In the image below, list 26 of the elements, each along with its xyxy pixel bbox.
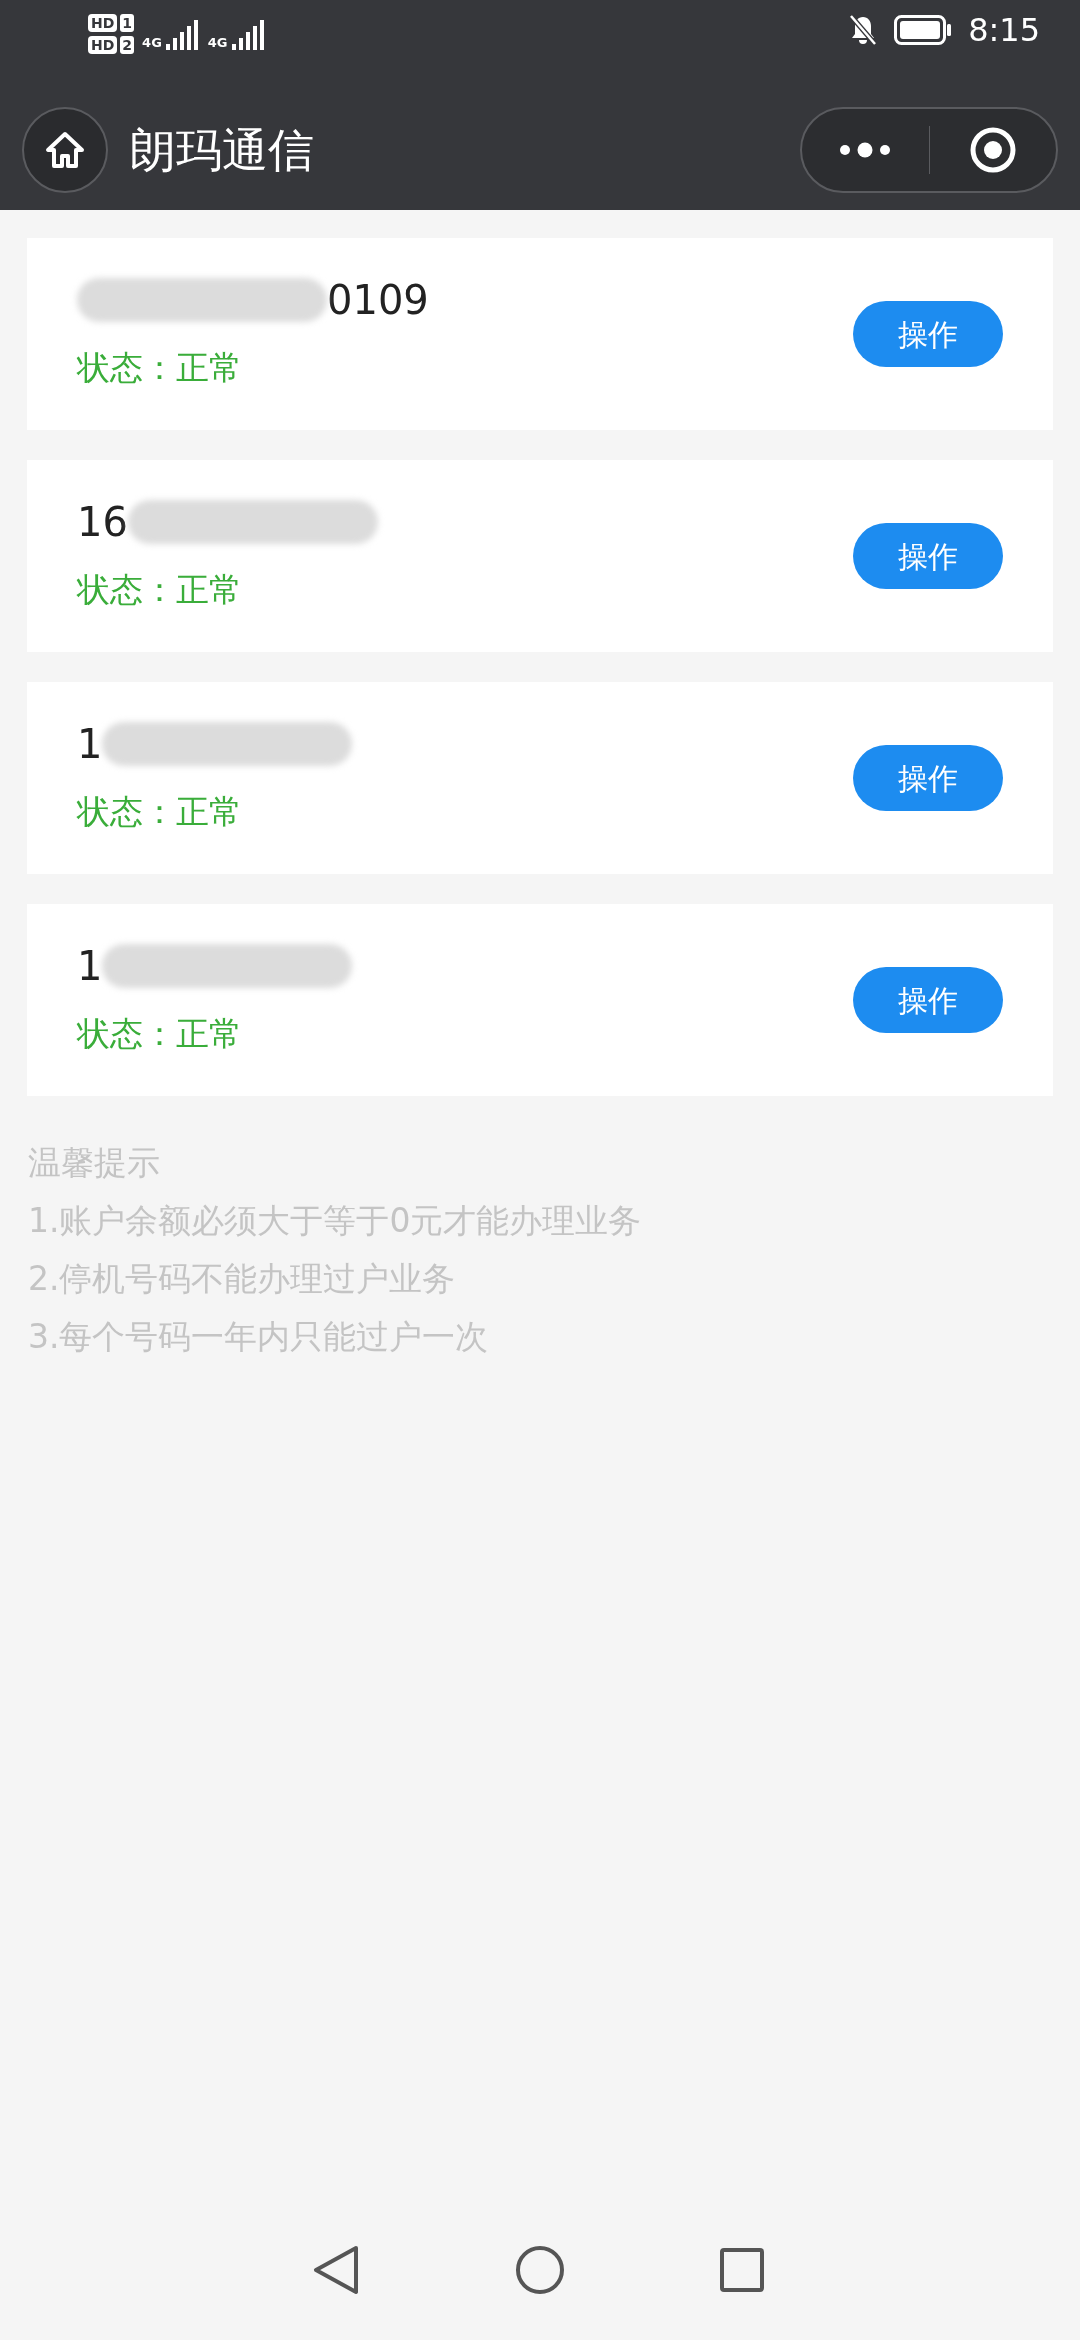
phone-number: 1 bbox=[77, 942, 103, 992]
network-type: 4G bbox=[142, 36, 162, 50]
sim-slot: 2 bbox=[120, 36, 135, 54]
page-title: 朗玛通信 bbox=[130, 121, 314, 179]
action-button[interactable]: 操作 bbox=[853, 967, 1003, 1033]
signal-icon bbox=[165, 18, 200, 50]
status-text: 状态：正常 bbox=[77, 1013, 243, 1056]
sim-badge: HD bbox=[88, 36, 118, 54]
action-button[interactable]: 操作 bbox=[853, 301, 1003, 367]
status-text: 状态：正常 bbox=[77, 569, 243, 612]
home-nav-icon bbox=[514, 2244, 566, 2296]
phone-number: 0109 bbox=[327, 276, 429, 326]
sim-badge: HD bbox=[88, 14, 118, 32]
action-button[interactable]: 操作 bbox=[853, 745, 1003, 811]
status-text: 状态：正常 bbox=[77, 347, 243, 390]
home-icon bbox=[45, 131, 85, 169]
battery-icon bbox=[894, 15, 953, 45]
network-type: 4G bbox=[207, 36, 228, 50]
clock-time: 8:15 bbox=[968, 14, 1040, 46]
home-nav-button[interactable] bbox=[514, 2244, 566, 2296]
status-text: 状态：正常 bbox=[77, 791, 243, 834]
signal-icon bbox=[231, 18, 266, 50]
phone-number: 16 bbox=[77, 498, 128, 548]
sim-slot: 1 bbox=[120, 14, 135, 32]
action-button[interactable]: 操作 bbox=[853, 523, 1003, 589]
phone-number: 1 bbox=[77, 720, 103, 770]
